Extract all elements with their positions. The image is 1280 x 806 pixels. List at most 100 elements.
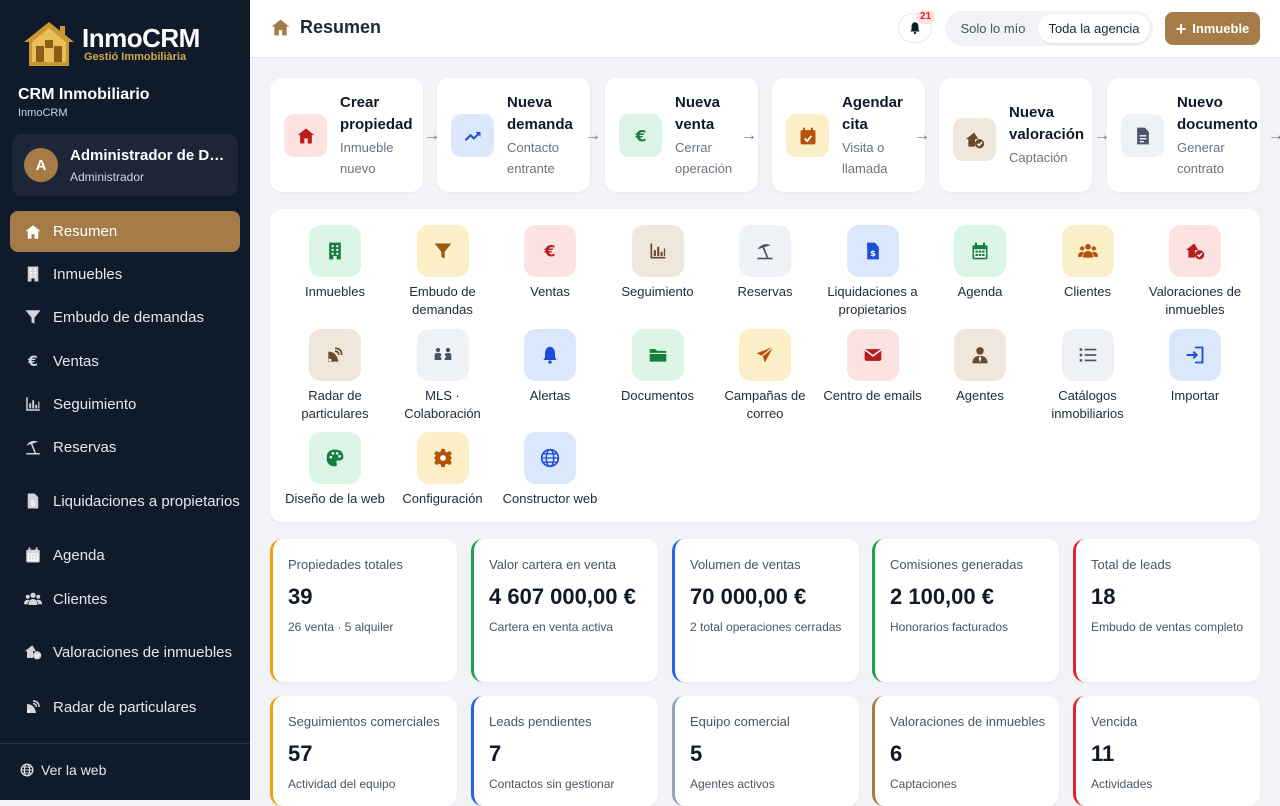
kpi-card-5[interactable]: Total de leads 18 Embudo de ventas compl…	[1073, 539, 1260, 682]
module-2[interactable]: Embudo de demandas	[389, 225, 497, 319]
module-14[interactable]: Campañas de correo	[711, 328, 819, 423]
module-19[interactable]: Diseño de la web	[281, 432, 389, 508]
view-website-label: Ver la web	[41, 762, 107, 778]
sidebar-item-8[interactable]: Agenda	[10, 535, 240, 575]
module-5[interactable]: Reservas	[711, 225, 819, 301]
module-label: MLS · Colaboración	[404, 387, 481, 421]
kpi-card-10[interactable]: Vencida 11 Actividades	[1073, 696, 1260, 806]
logo[interactable]: InmoCRM Gestió Immobiliària	[20, 18, 200, 70]
kpi-label: Propiedades totales	[288, 557, 403, 572]
sidebar-item-9[interactable]: Clientes	[10, 579, 240, 619]
module-label: Agentes	[956, 387, 1004, 403]
kpi-card-7[interactable]: Leads pendientes 7 Contactos sin gestion…	[471, 696, 658, 806]
kpi-card-8[interactable]: Equipo comercial 5 Agentes activos	[672, 696, 859, 806]
modules-grid: Inmuebles Embudo de demandas € Ventas Seg…	[270, 209, 1260, 522]
kpi-card-9[interactable]: Valoraciones de inmuebles 6 Captaciones	[872, 696, 1059, 806]
kpi-value: 70 000,00 €	[690, 584, 807, 609]
kpi-value: 11	[1091, 741, 1115, 766]
module-16[interactable]: Agentes	[926, 328, 1034, 405]
kpi-label: Seguimientos comerciales	[288, 714, 440, 729]
user-card[interactable]: A Administrador de De... Administrador	[12, 134, 238, 196]
crm-title: CRM Inmobiliario	[18, 86, 150, 103]
sidebar-item-label: Agenda	[53, 546, 105, 564]
svg-text:$: $	[30, 499, 35, 508]
sidebar-item-3[interactable]: Embudo de demandas	[10, 297, 240, 337]
view-website-link[interactable]: Ver la web	[0, 743, 250, 778]
invoice-icon: $	[22, 490, 44, 512]
quick-action-6[interactable]: Nuevo documento Generar contrato	[1107, 78, 1260, 192]
quick-action-1[interactable]: Crear propiedad Inmueble nuevo	[270, 78, 423, 192]
logo-name: InmoCRM	[82, 23, 200, 53]
calendar-icon	[22, 544, 44, 566]
sidebar-item-label: Valoraciones de inmuebles	[53, 643, 232, 661]
quick-action-subtitle: Visita o llamada	[842, 140, 888, 176]
module-4[interactable]: Seguimiento	[604, 225, 712, 301]
module-1[interactable]: Inmuebles	[281, 225, 389, 301]
document-icon	[1121, 114, 1164, 157]
kpi-card-1[interactable]: Propiedades totales 39 26 venta · 5 alqu…	[270, 539, 457, 682]
quick-action-3[interactable]: € Nueva venta Cerrar operación	[605, 78, 758, 192]
sidebar-item-2[interactable]: Inmuebles	[10, 254, 240, 294]
module-3[interactable]: € Ventas	[496, 225, 604, 301]
module-18[interactable]: Importar	[1141, 328, 1249, 405]
module-label: Centro de emails	[823, 387, 922, 403]
umbrella-beach-icon	[739, 225, 791, 277]
kpi-subtitle: Honorarios facturados	[890, 620, 1009, 634]
sidebar: InmoCRM Gestió Immobiliària CRM Inmobili…	[0, 0, 250, 800]
sidebar-item-5[interactable]: Seguimiento	[10, 384, 240, 424]
module-7[interactable]: Agenda	[926, 225, 1034, 301]
module-label: Reservas	[737, 284, 793, 299]
module-11[interactable]: MLS · Colaboración	[389, 328, 497, 423]
module-label: Importar	[1170, 387, 1220, 403]
module-9[interactable]: Valoraciones de inmuebles	[1141, 225, 1249, 319]
module-label: Configuración	[402, 491, 483, 506]
sidebar-item-11[interactable]: Radar de particulares	[10, 687, 240, 727]
crm-subtitle: InmoCRM	[18, 107, 68, 119]
kpi-card-6[interactable]: Seguimientos comerciales 57 Actividad de…	[270, 696, 457, 806]
module-label: Alertas	[529, 387, 571, 403]
quick-action-2[interactable]: Nueva demanda Contacto entrante	[437, 78, 590, 192]
sidebar-item-label: Reservas	[53, 438, 117, 456]
module-15[interactable]: Centro de emails	[819, 328, 927, 405]
module-12[interactable]: Alertas	[496, 328, 604, 405]
module-8[interactable]: Clientes	[1034, 225, 1142, 301]
kpi-card-2[interactable]: Valor cartera en venta 4 607 000,00 € Ca…	[471, 539, 658, 682]
module-17[interactable]: Catálogos inmobiliarios	[1034, 328, 1142, 423]
kpi-card-3[interactable]: Volumen de ventas 70 000,00 € 2 total op…	[672, 539, 859, 682]
quick-action-subtitle: Contacto entrante	[507, 140, 560, 176]
module-10[interactable]: Radar de particulares	[281, 328, 389, 423]
house-icon	[284, 114, 327, 157]
svg-text:$: $	[870, 248, 876, 258]
kpi-card-4[interactable]: Comisiones generadas 2 100,00 € Honorari…	[872, 539, 1059, 682]
sidebar-item-label: Inmuebles	[53, 265, 123, 283]
sidebar-item-4[interactable]: € Ventas	[10, 341, 240, 381]
quick-action-title: Crear propiedad	[340, 94, 413, 133]
module-label: Agenda	[957, 284, 1003, 299]
quick-action-title: Nuevo documento	[1177, 94, 1258, 133]
sidebar-item-6[interactable]: Reservas	[10, 427, 240, 467]
sidebar-item-10[interactable]: Valoraciones de inmuebles	[10, 625, 240, 679]
scope-option-mine[interactable]: Solo lo mío	[948, 14, 1038, 43]
kpi-label: Total de leads	[1091, 557, 1172, 572]
kpi-label: Leads pendientes	[489, 714, 592, 729]
kpi-value: 57	[288, 741, 313, 766]
house-check-icon	[953, 118, 996, 161]
scope-option-agency[interactable]: Toda la agencia	[1038, 14, 1150, 43]
module-21[interactable]: Constructor web	[496, 432, 604, 508]
palette-icon	[309, 432, 361, 484]
new-property-button[interactable]: + Inmueble	[1165, 12, 1260, 45]
module-6[interactable]: $ Liquidaciones a propietarios	[819, 225, 927, 319]
sidebar-item-7[interactable]: $ Liquidaciones a propietarios	[10, 473, 240, 529]
globe-icon	[20, 763, 34, 777]
module-13[interactable]: Documentos	[604, 328, 712, 405]
module-20[interactable]: Configuración	[389, 432, 497, 508]
svg-text:€: €	[634, 126, 646, 145]
agent-icon	[954, 328, 1006, 381]
quick-action-4[interactable]: Agendar cita Visita o llamada	[772, 78, 925, 192]
module-label: Clientes	[1064, 284, 1111, 299]
module-label: Campañas de correo	[724, 387, 806, 421]
quick-action-5[interactable]: Nueva valoración Captación	[939, 78, 1092, 192]
satellite-dish-icon	[22, 696, 44, 718]
sidebar-item-1[interactable]: Resumen	[10, 211, 240, 252]
users-icon	[1061, 225, 1114, 277]
